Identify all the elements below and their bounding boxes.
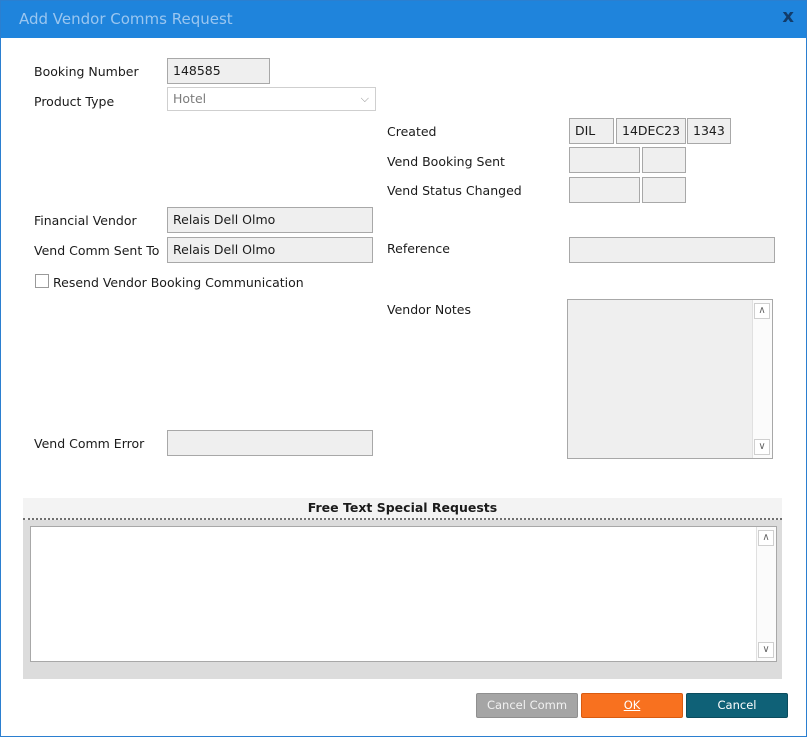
special-requests-scrollbar[interactable]: ∧ ∨ [756, 527, 776, 661]
vend-status-changed-time-field[interactable] [642, 177, 686, 203]
vend-booking-sent-label: Vend Booking Sent [387, 154, 505, 169]
vend-status-changed-label: Vend Status Changed [387, 183, 522, 198]
scroll-up-icon[interactable]: ∧ [758, 530, 774, 546]
scroll-down-icon[interactable]: ∨ [758, 642, 774, 658]
resend-label: Resend Vendor Booking Communication [53, 275, 304, 290]
special-requests-panel: Free Text Special Requests ∧ ∨ [23, 498, 782, 679]
cancel-button[interactable]: Cancel [686, 693, 788, 718]
reference-field[interactable] [569, 237, 775, 263]
dialog-title: Add Vendor Comms Request [19, 10, 233, 28]
vend-comm-sent-to-field[interactable]: Relais Dell Olmo [167, 237, 373, 263]
ok-button[interactable]: OK [581, 693, 683, 718]
vend-comm-error-field[interactable] [167, 430, 373, 456]
product-type-label: Product Type [34, 94, 115, 109]
created-date-field[interactable]: 14DEC23 [616, 118, 686, 144]
vendor-notes-textarea[interactable]: ∧ ∨ [567, 299, 773, 459]
dialog-window: Add Vendor Comms Request x Booking Numbe… [0, 0, 807, 737]
reference-label: Reference [387, 241, 450, 256]
resend-checkbox[interactable] [35, 274, 49, 288]
cancel-comm-button[interactable]: Cancel Comm [476, 693, 578, 718]
special-requests-textarea[interactable]: ∧ ∨ [30, 526, 777, 662]
vend-comm-error-label: Vend Comm Error [34, 436, 145, 451]
vendor-notes-label: Vendor Notes [387, 302, 471, 317]
scroll-down-icon[interactable]: ∨ [754, 439, 770, 455]
scroll-up-icon[interactable]: ∧ [754, 303, 770, 319]
vend-status-changed-date-field[interactable] [569, 177, 640, 203]
special-requests-header: Free Text Special Requests [23, 498, 782, 520]
close-icon[interactable]: x [782, 6, 794, 27]
product-type-select[interactable]: Hotel ⌵ [167, 87, 376, 111]
financial-vendor-field[interactable]: Relais Dell Olmo [167, 207, 373, 233]
created-agent-field[interactable]: DIL [569, 118, 614, 144]
vend-comm-sent-to-label: Vend Comm Sent To [34, 243, 160, 258]
created-label: Created [387, 124, 437, 139]
product-type-value: Hotel [173, 91, 207, 106]
vendor-notes-scrollbar[interactable]: ∧ ∨ [752, 300, 772, 458]
chevron-down-icon: ⌵ [360, 92, 369, 105]
booking-number-field[interactable]: 148585 [167, 58, 270, 84]
vend-booking-sent-date-field[interactable] [569, 147, 640, 173]
vend-booking-sent-time-field[interactable] [642, 147, 686, 173]
financial-vendor-label: Financial Vendor [34, 213, 137, 228]
created-time-field[interactable]: 1343 [687, 118, 731, 144]
booking-number-label: Booking Number [34, 64, 139, 79]
title-bar: Add Vendor Comms Request x [1, 1, 806, 38]
